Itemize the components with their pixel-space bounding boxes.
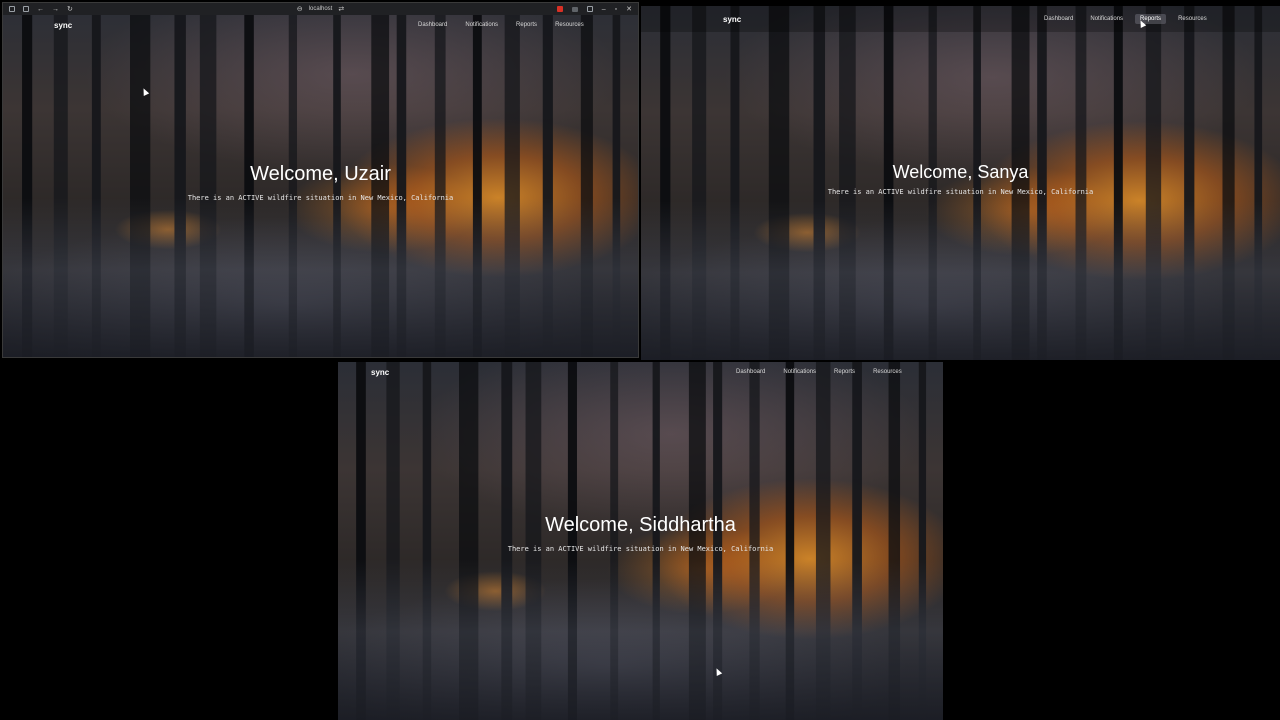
nav-resources[interactable]: Resources	[550, 20, 589, 30]
site-navbar: sync Dashboard Notifications Reports Res…	[3, 19, 638, 31]
hero-section: Welcome, Uzair There is an ACTIVE wildfi…	[3, 163, 638, 202]
participant-panel-uzair: ← → ↻ ⊖ localhost ⇄ – ▫ ✕ sync Dashboard	[2, 2, 639, 358]
nav-resources[interactable]: Resources	[868, 367, 907, 377]
brand-logo[interactable]: sync	[371, 368, 389, 377]
nav-reports[interactable]: Reports	[829, 367, 860, 377]
wildfire-alert-text: There is an ACTIVE wildfire situation in…	[827, 188, 1094, 196]
address-bar[interactable]: ⊖ localhost ⇄	[297, 5, 344, 13]
nav-notifications[interactable]: Notifications	[460, 20, 503, 30]
hero-section: Welcome, Sanya There is an ACTIVE wildfi…	[641, 162, 1280, 196]
participant-panel-siddhartha: sync Dashboard Notifications Reports Res…	[338, 362, 943, 720]
nav-reports[interactable]: Reports	[511, 20, 542, 30]
participant-panel-sanya: sync Dashboard Notifications Reports Res…	[641, 6, 1280, 360]
forward-icon[interactable]: →	[52, 6, 59, 13]
nav-resources[interactable]: Resources	[1173, 14, 1212, 24]
menu-icon[interactable]	[9, 6, 15, 12]
nav-dashboard[interactable]: Dashboard	[413, 20, 452, 30]
minimize-icon[interactable]: –	[602, 6, 606, 13]
screen-share-grid: ← → ↻ ⊖ localhost ⇄ – ▫ ✕ sync Dashboard	[0, 0, 1280, 720]
brand-logo[interactable]: sync	[723, 15, 741, 24]
browser-toolbar: ← → ↻ ⊖ localhost ⇄ – ▫ ✕	[3, 3, 638, 15]
sidebar-icon[interactable]	[586, 6, 593, 12]
welcome-heading: Welcome, Siddhartha	[545, 514, 736, 536]
tabs-icon[interactable]	[23, 6, 29, 12]
url-text[interactable]: localhost	[309, 6, 333, 12]
extension-icon[interactable]	[571, 6, 578, 12]
share-icon[interactable]: ⇄	[338, 5, 344, 13]
record-icon[interactable]	[556, 6, 563, 12]
hero-section: Welcome, Siddhartha There is an ACTIVE w…	[338, 514, 943, 553]
nav-links: Dashboard Notifications Reports Resource…	[731, 367, 907, 377]
maximize-icon[interactable]: ▫	[615, 6, 617, 13]
back-icon[interactable]: ←	[37, 6, 44, 13]
welcome-heading: Welcome, Sanya	[892, 162, 1029, 182]
close-icon[interactable]: ✕	[626, 5, 632, 13]
nav-links: Dashboard Notifications Reports Resource…	[1039, 14, 1212, 24]
reload-icon[interactable]: ↻	[67, 5, 73, 13]
nav-dashboard[interactable]: Dashboard	[731, 367, 770, 377]
wildfire-alert-text: There is an ACTIVE wildfire situation in…	[187, 194, 454, 202]
nav-dashboard[interactable]: Dashboard	[1039, 14, 1078, 24]
wildfire-alert-text: There is an ACTIVE wildfire situation in…	[507, 545, 774, 553]
brand-logo[interactable]: sync	[54, 21, 72, 30]
nav-notifications[interactable]: Notifications	[778, 367, 821, 377]
nav-notifications[interactable]: Notifications	[1085, 14, 1128, 24]
site-navbar: sync Dashboard Notifications Reports Res…	[641, 6, 1280, 32]
site-navbar: sync Dashboard Notifications Reports Res…	[338, 366, 943, 378]
nav-links: Dashboard Notifications Reports Resource…	[413, 20, 589, 30]
site-info-icon[interactable]: ⊖	[297, 5, 303, 13]
welcome-heading: Welcome, Uzair	[250, 163, 391, 185]
